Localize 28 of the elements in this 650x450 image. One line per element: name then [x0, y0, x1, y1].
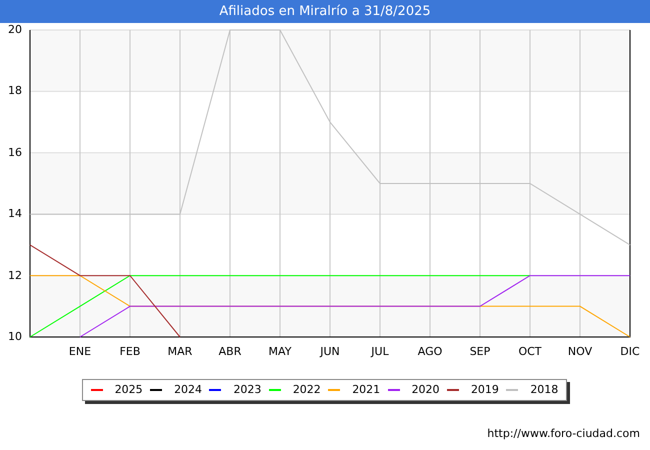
- x-axis-label: AGO: [416, 346, 444, 357]
- legend-label: 2024: [174, 382, 202, 398]
- x-axis-label: OCT: [517, 346, 543, 357]
- x-axis-label: JUN: [318, 346, 341, 357]
- y-axis-label: 14: [7, 208, 22, 220]
- x-axis-label: ABR: [218, 346, 242, 357]
- title-bar: Afiliados en Miralrío a 31/8/2025: [0, 0, 650, 23]
- x-axis-label: NOV: [566, 346, 594, 357]
- x-axis-label: ENE: [68, 346, 92, 357]
- x-axis-label: DIC: [619, 346, 641, 357]
- y-axis-label: 10: [7, 331, 22, 342]
- x-axis-label: JUL: [370, 346, 390, 357]
- x-axis-label: MAY: [268, 346, 292, 357]
- x-axis-label: SEP: [468, 346, 492, 357]
- legend-label: 2025: [114, 382, 143, 398]
- y-axis-label: 16: [7, 146, 22, 158]
- legend-label: 2022: [292, 382, 321, 398]
- y-axis-label: 18: [7, 85, 22, 96]
- y-axis-label: 20: [7, 24, 22, 35]
- legend-label: 2018: [530, 382, 558, 398]
- legend-label: 2023: [233, 382, 262, 398]
- x-axis-label: MAR: [166, 346, 194, 357]
- legend-label: 2021: [352, 382, 380, 398]
- legend-label: 2020: [412, 382, 440, 398]
- x-axis-label: FEB: [118, 346, 142, 357]
- legend-label: 2019: [470, 382, 499, 398]
- footer-url: http://www.foro-ciudad.com: [487, 428, 640, 439]
- y-axis-label: 12: [7, 270, 22, 281]
